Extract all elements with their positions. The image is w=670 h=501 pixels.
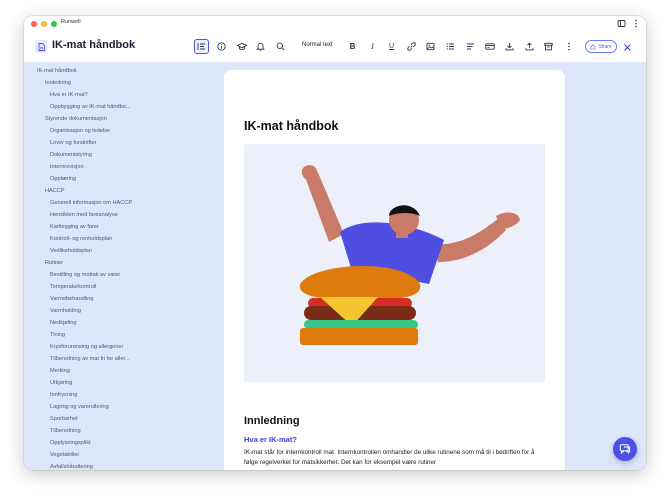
toc-item[interactable]: Dokumentstyring bbox=[50, 152, 92, 158]
toc-item[interactable]: Vedlikeholdsplan bbox=[50, 248, 92, 254]
toc-item[interactable]: Avfallshåndtering bbox=[50, 464, 93, 470]
toc-item[interactable]: Merking bbox=[50, 368, 70, 374]
toc-item[interactable]: Varmholding bbox=[50, 308, 81, 314]
image-button[interactable] bbox=[423, 39, 438, 54]
align-icon bbox=[467, 43, 474, 50]
download-button[interactable] bbox=[502, 39, 517, 54]
section-heading: Innledning bbox=[244, 415, 300, 427]
toc-item[interactable]: Utkjøring bbox=[50, 380, 72, 386]
bullet-list-button[interactable] bbox=[443, 39, 458, 54]
underline-icon: U bbox=[388, 43, 395, 50]
page-title: IK-mat håndbok bbox=[244, 119, 339, 133]
toc-item[interactable]: Rutiner bbox=[45, 260, 63, 266]
bullet-list-icon bbox=[446, 43, 454, 50]
link-icon bbox=[407, 42, 416, 51]
search-icon bbox=[276, 42, 285, 51]
archive-icon bbox=[544, 42, 553, 51]
toc-item[interactable]: Organisasjon og ledelse bbox=[50, 128, 110, 134]
outline-icon bbox=[197, 43, 205, 50]
toc-item[interactable]: Innledning bbox=[45, 80, 71, 86]
toc-item[interactable]: Bestilling og mottak av varer bbox=[50, 272, 120, 278]
toc-item[interactable]: Hensikten med fareanalyse bbox=[50, 212, 118, 218]
toc-item[interactable]: Hva er IK-mat? bbox=[50, 92, 88, 98]
toc-item[interactable]: HACCP bbox=[45, 188, 65, 194]
image-icon bbox=[426, 42, 435, 51]
bold-icon: B bbox=[349, 42, 356, 51]
app-window: Runwell IK-mat håndbok Normal text B I U… bbox=[24, 16, 646, 470]
upload-button[interactable] bbox=[522, 39, 537, 54]
window-more-icon[interactable] bbox=[634, 19, 638, 31]
window-minimize-button[interactable] bbox=[41, 21, 47, 27]
more-vertical-icon bbox=[567, 42, 570, 51]
toc-item[interactable]: Generell informasjon om HACCP bbox=[50, 200, 132, 206]
toc-item[interactable]: Lover og forskrifter bbox=[50, 140, 97, 146]
window-close-button[interactable] bbox=[31, 21, 37, 27]
app-name: Runwell bbox=[61, 19, 81, 25]
bell-icon bbox=[256, 42, 265, 51]
more-button[interactable] bbox=[561, 39, 576, 54]
toc-item[interactable]: Vegetabilier bbox=[50, 452, 79, 458]
link-button[interactable] bbox=[404, 39, 419, 54]
bold-button[interactable]: B bbox=[345, 39, 360, 54]
toc-item[interactable]: Temperaturkontroll bbox=[50, 284, 96, 290]
toc-item[interactable]: Tilberedning av mat fri for aller... bbox=[50, 356, 130, 362]
sidebar-toggle-icon[interactable] bbox=[617, 19, 626, 31]
share-icon bbox=[591, 43, 596, 49]
window-titlebar: Runwell bbox=[24, 16, 646, 32]
close-document-button[interactable] bbox=[620, 40, 634, 54]
info-button[interactable] bbox=[214, 39, 229, 54]
table-of-contents: IK-mat håndbok Innledning Hva er IK-mat? Op… bbox=[24, 62, 224, 470]
toc-item[interactable]: Kartlegging av farer bbox=[50, 224, 99, 230]
download-icon bbox=[505, 43, 514, 51]
toc-item[interactable]: Krysforurensing og allergener bbox=[50, 344, 123, 350]
learn-button[interactable] bbox=[234, 39, 249, 54]
text-style-select[interactable]: Normal text bbox=[302, 42, 333, 48]
close-icon bbox=[623, 43, 631, 51]
document-page[interactable]: IK-mat håndbok Innledning Hva er IK-mat?… bbox=[224, 70, 565, 470]
graduation-cap-icon bbox=[236, 42, 247, 50]
toc-item[interactable]: Tilberedning bbox=[50, 428, 81, 434]
info-icon bbox=[217, 42, 226, 51]
window-zoom-button[interactable] bbox=[51, 21, 57, 27]
card-icon bbox=[484, 43, 495, 50]
outline-button[interactable] bbox=[194, 39, 209, 54]
document-title[interactable]: IK-mat håndbok bbox=[52, 39, 135, 51]
toc-item[interactable]: IK-mat håndbok bbox=[37, 68, 77, 74]
chat-icon bbox=[619, 444, 631, 455]
italic-button[interactable]: I bbox=[365, 39, 380, 54]
hero-illustration bbox=[244, 144, 545, 382]
toc-item[interactable]: Internrevisjon bbox=[50, 164, 84, 170]
align-button[interactable] bbox=[463, 39, 478, 54]
card-button[interactable] bbox=[482, 39, 497, 54]
toc-item[interactable]: Oppbygging av IK-mat håndbo... bbox=[50, 104, 131, 110]
subheading: Hva er IK-mat? bbox=[244, 435, 297, 444]
share-button[interactable]: Share bbox=[585, 40, 617, 53]
editor-body: IK-mat håndbok Innledning Hva er IK-mat? Op… bbox=[24, 62, 646, 470]
toc-item[interactable]: Nedkjøling bbox=[50, 320, 76, 326]
toc-item[interactable]: Opplysningsplikt bbox=[50, 440, 91, 446]
upload-icon bbox=[525, 42, 534, 51]
toc-item[interactable]: Varmebehandling bbox=[50, 296, 93, 302]
toc-item[interactable]: Kontroll- og renholdsplan bbox=[50, 236, 112, 242]
intro-paragraph: IK-mat står for internkontroll mat. Inte… bbox=[244, 449, 535, 466]
toc-item[interactable]: Styrende dokumentasjon bbox=[45, 116, 107, 122]
toc-item[interactable]: Opplæring bbox=[50, 176, 76, 182]
toc-item[interactable]: Innfrysning bbox=[50, 392, 77, 398]
share-label: Share bbox=[598, 43, 612, 50]
toc-item[interactable]: Tining bbox=[50, 332, 65, 338]
search-button[interactable] bbox=[273, 39, 288, 54]
archive-button[interactable] bbox=[541, 39, 556, 54]
chat-button[interactable] bbox=[613, 437, 637, 461]
notifications-button[interactable] bbox=[253, 39, 268, 54]
toc-item[interactable]: Lagring og varerullering bbox=[50, 404, 109, 410]
document-icon bbox=[35, 40, 47, 53]
toc-item[interactable]: Sporbarhet bbox=[50, 416, 78, 422]
editor-toolbar: IK-mat håndbok Normal text B I U Share bbox=[24, 32, 646, 62]
underline-button[interactable]: U bbox=[384, 39, 399, 54]
italic-icon: I bbox=[371, 42, 374, 51]
